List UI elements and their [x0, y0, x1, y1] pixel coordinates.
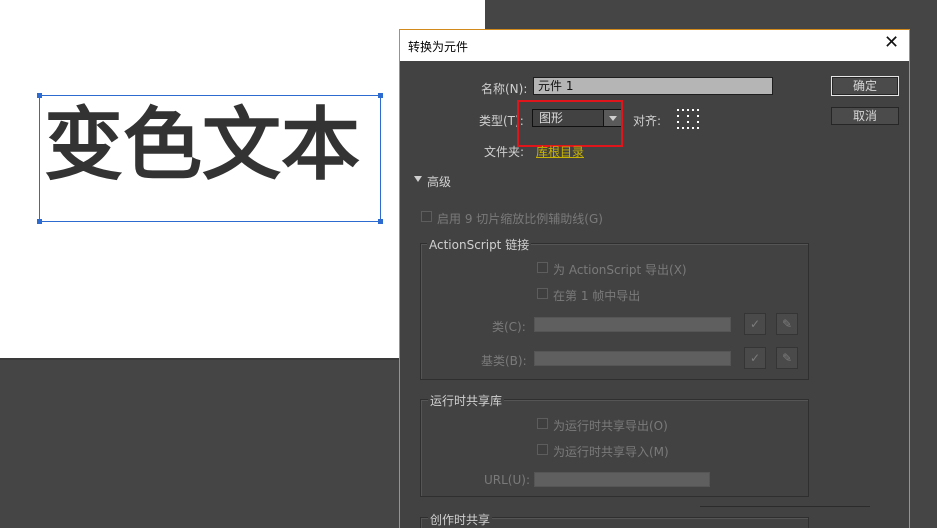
- advanced-label[interactable]: 高级: [427, 173, 451, 190]
- base-class-validate-button[interactable]: ✓: [744, 347, 766, 369]
- nine-slice-label: 启用 9 切片缩放比例辅助线(G): [437, 212, 603, 226]
- runtime-export-label: 为运行时共享导出(O): [553, 419, 668, 433]
- ok-button[interactable]: 确定: [831, 76, 899, 96]
- selection-handle-top-right[interactable]: [378, 93, 383, 98]
- as-export-checkbox[interactable]: [537, 262, 548, 273]
- actionscript-group-title: ActionScript 链接: [427, 236, 532, 253]
- check-icon: ✓: [749, 317, 761, 331]
- folder-label: 文件夹:: [484, 145, 525, 159]
- first-frame-checkbox[interactable]: [537, 288, 548, 299]
- base-class-input[interactable]: [534, 351, 731, 366]
- class-validate-button[interactable]: ✓: [744, 313, 766, 335]
- runtime-import-checkbox[interactable]: [537, 444, 548, 455]
- cancel-button[interactable]: 取消: [831, 107, 899, 125]
- dialog-title: 转换为元件: [408, 40, 469, 54]
- check-icon: ✓: [749, 351, 761, 365]
- runtime-shared-group-title: 运行时共享库: [428, 392, 505, 409]
- name-input[interactable]: 元件 1: [533, 77, 773, 95]
- authoring-group-title: 创作时共享: [428, 511, 493, 528]
- folder-link[interactable]: 库根目录: [536, 143, 584, 160]
- pencil-icon: ✎: [781, 317, 793, 331]
- convert-to-symbol-dialog: 转换为元件 ✕ 名称(N): 元件 1 确定 取消 类型(T): 图形 对齐: …: [399, 29, 910, 528]
- base-class-edit-button[interactable]: ✎: [776, 347, 798, 369]
- registration-grid-icon[interactable]: [677, 109, 699, 129]
- class-label: 类(C):: [492, 320, 526, 334]
- runtime-export-checkbox[interactable]: [537, 418, 548, 429]
- align-label: 对齐:: [633, 114, 662, 128]
- stage-text-object[interactable]: 变色文本: [44, 106, 360, 185]
- selection-handle-bottom-right[interactable]: [378, 219, 383, 224]
- pencil-icon: ✎: [781, 351, 793, 365]
- runtime-import-label: 为运行时共享导入(M): [553, 445, 669, 459]
- url-label: URL(U):: [484, 473, 530, 487]
- dialog-titlebar[interactable]: 转换为元件 ✕: [400, 30, 909, 61]
- close-icon[interactable]: ✕: [884, 34, 899, 52]
- as-export-label: 为 ActionScript 导出(X): [553, 263, 687, 277]
- stage-edge: [0, 358, 400, 360]
- first-frame-label: 在第 1 帧中导出: [553, 289, 641, 303]
- highlight-annotation-box: [517, 100, 623, 147]
- nine-slice-checkbox[interactable]: [421, 211, 432, 222]
- url-input[interactable]: [534, 472, 710, 487]
- authoring-group-divider: [700, 506, 870, 507]
- name-label: 名称(N):: [481, 82, 528, 96]
- class-edit-button[interactable]: ✎: [776, 313, 798, 335]
- class-input[interactable]: [534, 317, 731, 332]
- base-class-label: 基类(B):: [481, 354, 527, 368]
- selection-handle-top-left[interactable]: [37, 93, 42, 98]
- selection-handle-bottom-left[interactable]: [37, 219, 42, 224]
- collapse-triangle-icon[interactable]: [414, 176, 422, 182]
